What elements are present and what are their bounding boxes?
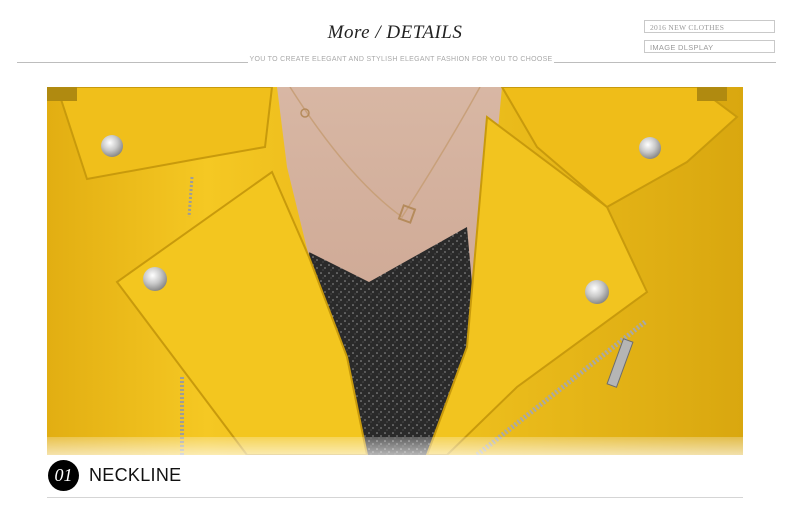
header-subtitle: YOU TO CREATE ELEGANT AND STYLISH ELEGAN… xyxy=(249,56,553,63)
title-slash: / xyxy=(370,22,387,43)
header-rule-right xyxy=(554,62,776,63)
product-photo xyxy=(47,87,743,455)
photo-bottom-fade xyxy=(47,437,743,455)
section-divider xyxy=(47,497,743,498)
tag-image-display: IMAGE DLSPLAY xyxy=(644,40,775,53)
stud-left-lapel xyxy=(143,267,167,291)
section-number-badge: 01 xyxy=(48,460,79,491)
tag-new-clothes: 2016 NEW CLOTHES xyxy=(644,20,775,33)
section-label: NECKLINE xyxy=(89,465,182,485)
right-shoulder-strap xyxy=(697,87,727,101)
title-more: More xyxy=(327,22,371,43)
left-shoulder-strap xyxy=(47,87,77,101)
stud-left-collar xyxy=(101,135,123,157)
header-rule-left xyxy=(17,62,248,63)
title-details: DETAILS xyxy=(386,22,463,43)
stud-right-lapel xyxy=(585,280,609,304)
stud-right-collar xyxy=(639,137,661,159)
jacket-neckline-illustration xyxy=(47,87,743,455)
